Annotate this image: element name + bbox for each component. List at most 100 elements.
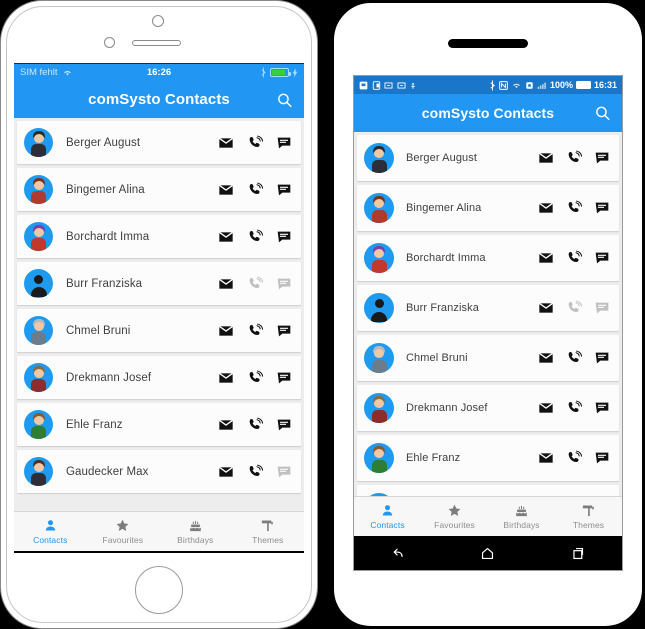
avatar[interactable]	[364, 443, 394, 473]
avatar[interactable]	[364, 343, 394, 373]
message-icon[interactable]	[276, 370, 292, 386]
volume-button[interactable]	[327, 178, 332, 256]
contact-row[interactable]: Berger August	[17, 121, 301, 164]
contact-row[interactable]: Drekmann Josef	[17, 356, 301, 399]
contact-actions	[218, 229, 292, 245]
message-icon[interactable]	[594, 350, 610, 366]
contact-row[interactable]: Chmel Bruni	[17, 309, 301, 352]
phone-icon[interactable]	[247, 370, 263, 386]
mail-icon[interactable]	[218, 229, 234, 245]
contact-row[interactable]: Gaudecker Max	[17, 450, 301, 493]
search-icon[interactable]	[594, 105, 611, 122]
contact-row[interactable]: Bingemer Alina	[357, 185, 619, 231]
contacts-list[interactable]: Berger August Bingemer Alina Borchardt Imm…	[354, 132, 622, 496]
bottom-tab-bar[interactable]: Contacts Favourites Birthdays Themes	[354, 496, 622, 536]
mail-icon[interactable]	[538, 150, 554, 166]
avatar[interactable]	[24, 175, 53, 204]
mail-icon[interactable]	[218, 323, 234, 339]
message-icon[interactable]	[276, 417, 292, 433]
phone-icon[interactable]	[566, 150, 582, 166]
mail-icon[interactable]	[218, 464, 234, 480]
mail-icon[interactable]	[218, 276, 234, 292]
tab-favourites[interactable]: Favourites	[421, 497, 488, 536]
contact-row[interactable]: Burr Franziska	[357, 285, 619, 331]
tab-contacts[interactable]: Contacts	[354, 497, 421, 536]
message-icon[interactable]	[594, 200, 610, 216]
avatar[interactable]	[364, 293, 394, 323]
phone-icon[interactable]	[247, 229, 263, 245]
contact-row[interactable]: Ehle Franz	[17, 403, 301, 446]
phone-icon[interactable]	[247, 135, 263, 151]
tab-favourites[interactable]: Favourites	[87, 512, 160, 551]
phone-icon[interactable]	[566, 200, 582, 216]
avatar[interactable]	[364, 243, 394, 273]
avatar[interactable]	[364, 393, 394, 423]
tab-birthdays[interactable]: Birthdays	[488, 497, 555, 536]
mail-icon[interactable]	[538, 350, 554, 366]
message-icon[interactable]	[276, 135, 292, 151]
tab-label: Themes	[572, 520, 605, 530]
message-icon[interactable]	[594, 250, 610, 266]
contacts-list[interactable]: Berger August Bingemer Alina Borchardt Imm…	[14, 118, 304, 511]
phone-icon[interactable]	[566, 400, 582, 416]
contact-row[interactable]: Berger August	[357, 135, 619, 181]
phone-icon[interactable]	[566, 450, 582, 466]
avatar[interactable]	[364, 193, 394, 223]
contact-row[interactable]: Bingemer Alina	[17, 168, 301, 211]
mail-icon[interactable]	[538, 300, 554, 316]
avatar[interactable]	[24, 457, 53, 486]
recents-nav-icon[interactable]	[569, 545, 586, 562]
back-nav-icon[interactable]	[390, 545, 407, 562]
contact-row[interactable]: Drekmann Josef	[357, 385, 619, 431]
avatar[interactable]	[24, 269, 53, 298]
avatar[interactable]	[24, 363, 53, 392]
mail-icon[interactable]	[538, 200, 554, 216]
message-icon[interactable]	[594, 450, 610, 466]
search-icon[interactable]	[276, 91, 293, 108]
message-icon[interactable]	[276, 182, 292, 198]
message-icon[interactable]	[594, 400, 610, 416]
contact-row[interactable]: Burr Franziska	[17, 262, 301, 305]
mail-icon[interactable]	[538, 400, 554, 416]
avatar[interactable]	[24, 410, 53, 439]
mail-icon[interactable]	[538, 450, 554, 466]
contact-row[interactable]: Chmel Bruni	[357, 335, 619, 381]
phone-icon[interactable]	[566, 250, 582, 266]
tab-contacts[interactable]: Contacts	[14, 512, 87, 551]
message-icon[interactable]	[276, 323, 292, 339]
home-button[interactable]	[135, 566, 183, 614]
avatar[interactable]	[24, 316, 53, 345]
tab-themes[interactable]: Themes	[232, 512, 305, 551]
star-icon	[448, 504, 461, 516]
phone-icon[interactable]	[247, 464, 263, 480]
paintroller-icon	[582, 505, 594, 517]
avatar[interactable]	[24, 222, 53, 251]
mail-icon[interactable]	[218, 182, 234, 198]
contact-actions	[218, 370, 292, 386]
avatar-body	[371, 460, 387, 473]
mail-icon[interactable]	[218, 370, 234, 386]
message-icon[interactable]	[594, 150, 610, 166]
phone-icon[interactable]	[247, 323, 263, 339]
mail-icon[interactable]	[538, 250, 554, 266]
contact-row[interactable]: Borchardt Imma	[357, 235, 619, 281]
contact-name: Borchardt Imma	[66, 230, 150, 243]
avatar[interactable]	[364, 143, 394, 173]
mail-icon[interactable]	[218, 417, 234, 433]
sim-icon	[372, 80, 380, 90]
message-icon[interactable]	[276, 229, 292, 245]
avatar-body	[371, 410, 387, 423]
bottom-tab-bar[interactable]: Contacts Favourites Birthdays Themes	[14, 511, 304, 551]
home-nav-icon[interactable]	[479, 545, 496, 562]
phone-icon[interactable]	[247, 182, 263, 198]
contact-row[interactable]: Ehle Franz	[357, 435, 619, 481]
android-navigation-bar[interactable]	[354, 536, 622, 570]
tab-themes[interactable]: Themes	[555, 497, 622, 536]
contact-row[interactable]: Gaudecker Max	[357, 485, 619, 496]
tab-birthdays[interactable]: Birthdays	[159, 512, 232, 551]
phone-icon[interactable]	[566, 350, 582, 366]
avatar[interactable]	[24, 128, 53, 157]
phone-icon[interactable]	[247, 417, 263, 433]
mail-icon[interactable]	[218, 135, 234, 151]
contact-row[interactable]: Borchardt Imma	[17, 215, 301, 258]
